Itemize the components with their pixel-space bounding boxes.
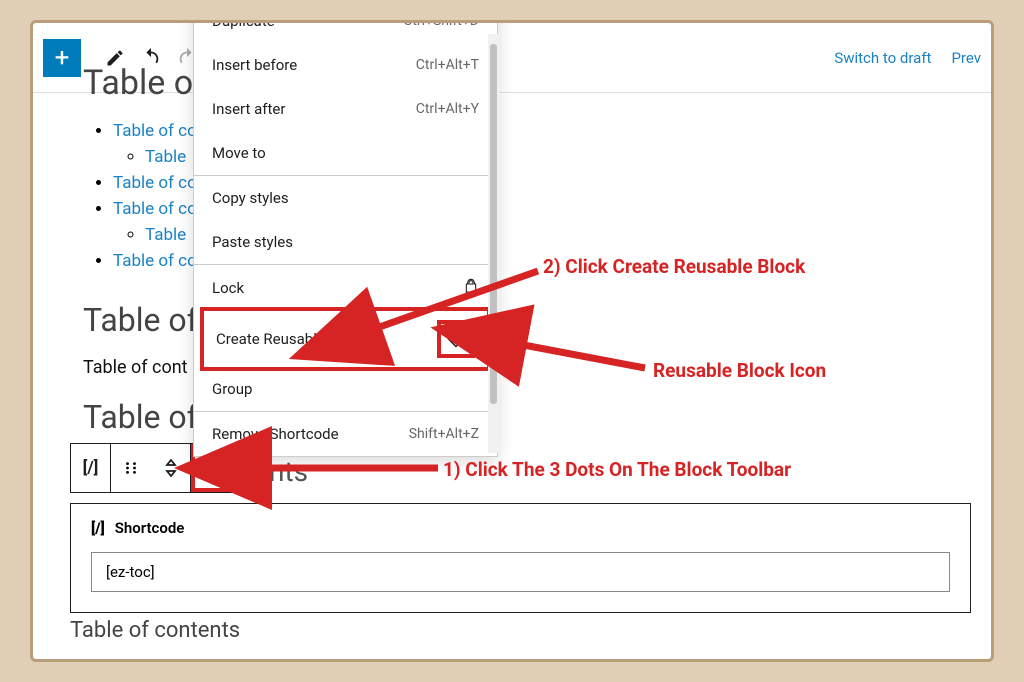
menu-remove-shortcode[interactable]: Remove Shortcode Shift+Alt+Z — [194, 412, 497, 456]
annotation-step2: 2) Click Create Reusable Block — [543, 255, 805, 278]
menu-insert-after[interactable]: Insert after Ctrl+Alt+Y — [194, 87, 497, 131]
lock-icon — [463, 278, 479, 298]
menu-duplicate[interactable]: Duplicate Ctrl+Shift+D — [194, 20, 497, 43]
menu-label: Insert before — [212, 56, 297, 74]
shortcode-type-icon[interactable]: [/] — [71, 444, 111, 492]
annotation-icon: Reusable Block Icon — [653, 359, 826, 382]
toc-link[interactable]: Table of co — [113, 173, 197, 193]
toc-link[interactable]: Table of co — [113, 121, 197, 141]
menu-label: Lock — [212, 279, 244, 297]
menu-label: Create Reusable block — [216, 330, 365, 348]
menu-shortcut: Ctrl+Alt+Y — [416, 101, 479, 117]
menu-insert-before[interactable]: Insert before Ctrl+Alt+T — [194, 43, 497, 87]
heading-partial: nts — [269, 455, 308, 488]
dropdown-scrollbar[interactable] — [488, 34, 499, 453]
menu-group[interactable]: Group — [194, 367, 497, 411]
annotation-step1: 1) Click The 3 Dots On The Block Toolbar — [443, 458, 791, 481]
add-block-button[interactable]: + — [43, 39, 81, 77]
move-updown-icon[interactable] — [151, 444, 191, 492]
block-options-dropdown: Duplicate Ctrl+Shift+D Insert before Ctr… — [193, 20, 498, 457]
toc-link[interactable]: Table — [145, 225, 186, 245]
shortcode-block: [/] Shortcode — [70, 503, 971, 613]
three-dots-icon — [211, 459, 215, 477]
menu-label: Remove Shortcode — [212, 425, 339, 443]
drag-handle-icon[interactable] — [111, 444, 151, 492]
heading-below: Table of contents — [70, 618, 240, 643]
menu-lock[interactable]: Lock — [194, 265, 497, 311]
menu-label: Duplicate — [212, 20, 275, 30]
editor-frame: + Switch to draft Prev Table of c Table … — [30, 20, 994, 662]
menu-label: Paste styles — [212, 233, 293, 251]
menu-shortcut: Shift+Alt+Z — [409, 426, 479, 442]
shortcode-title: Shortcode — [115, 519, 185, 537]
menu-shortcut: Ctrl+Alt+T — [416, 57, 479, 73]
menu-shortcut: Ctrl+Shift+D — [403, 20, 479, 29]
menu-label: Insert after — [212, 100, 285, 118]
toc-link[interactable]: Table of co — [113, 199, 197, 219]
menu-label: Move to — [212, 144, 266, 162]
toc-link[interactable]: Table of co — [113, 251, 197, 271]
shortcode-type-icon: [/] — [91, 519, 105, 537]
reusable-block-icon — [437, 320, 475, 358]
menu-copy-styles[interactable]: Copy styles — [194, 176, 497, 220]
menu-paste-styles[interactable]: Paste styles — [194, 220, 497, 264]
toc-link[interactable]: Table — [145, 147, 186, 167]
menu-label: Copy styles — [212, 189, 289, 207]
menu-move-to[interactable]: Move to — [194, 131, 497, 175]
menu-create-reusable[interactable]: Create Reusable block — [200, 307, 491, 371]
shortcode-input[interactable] — [91, 552, 950, 592]
menu-label: Group — [212, 380, 252, 398]
shortcode-header: [/] Shortcode — [91, 519, 950, 537]
